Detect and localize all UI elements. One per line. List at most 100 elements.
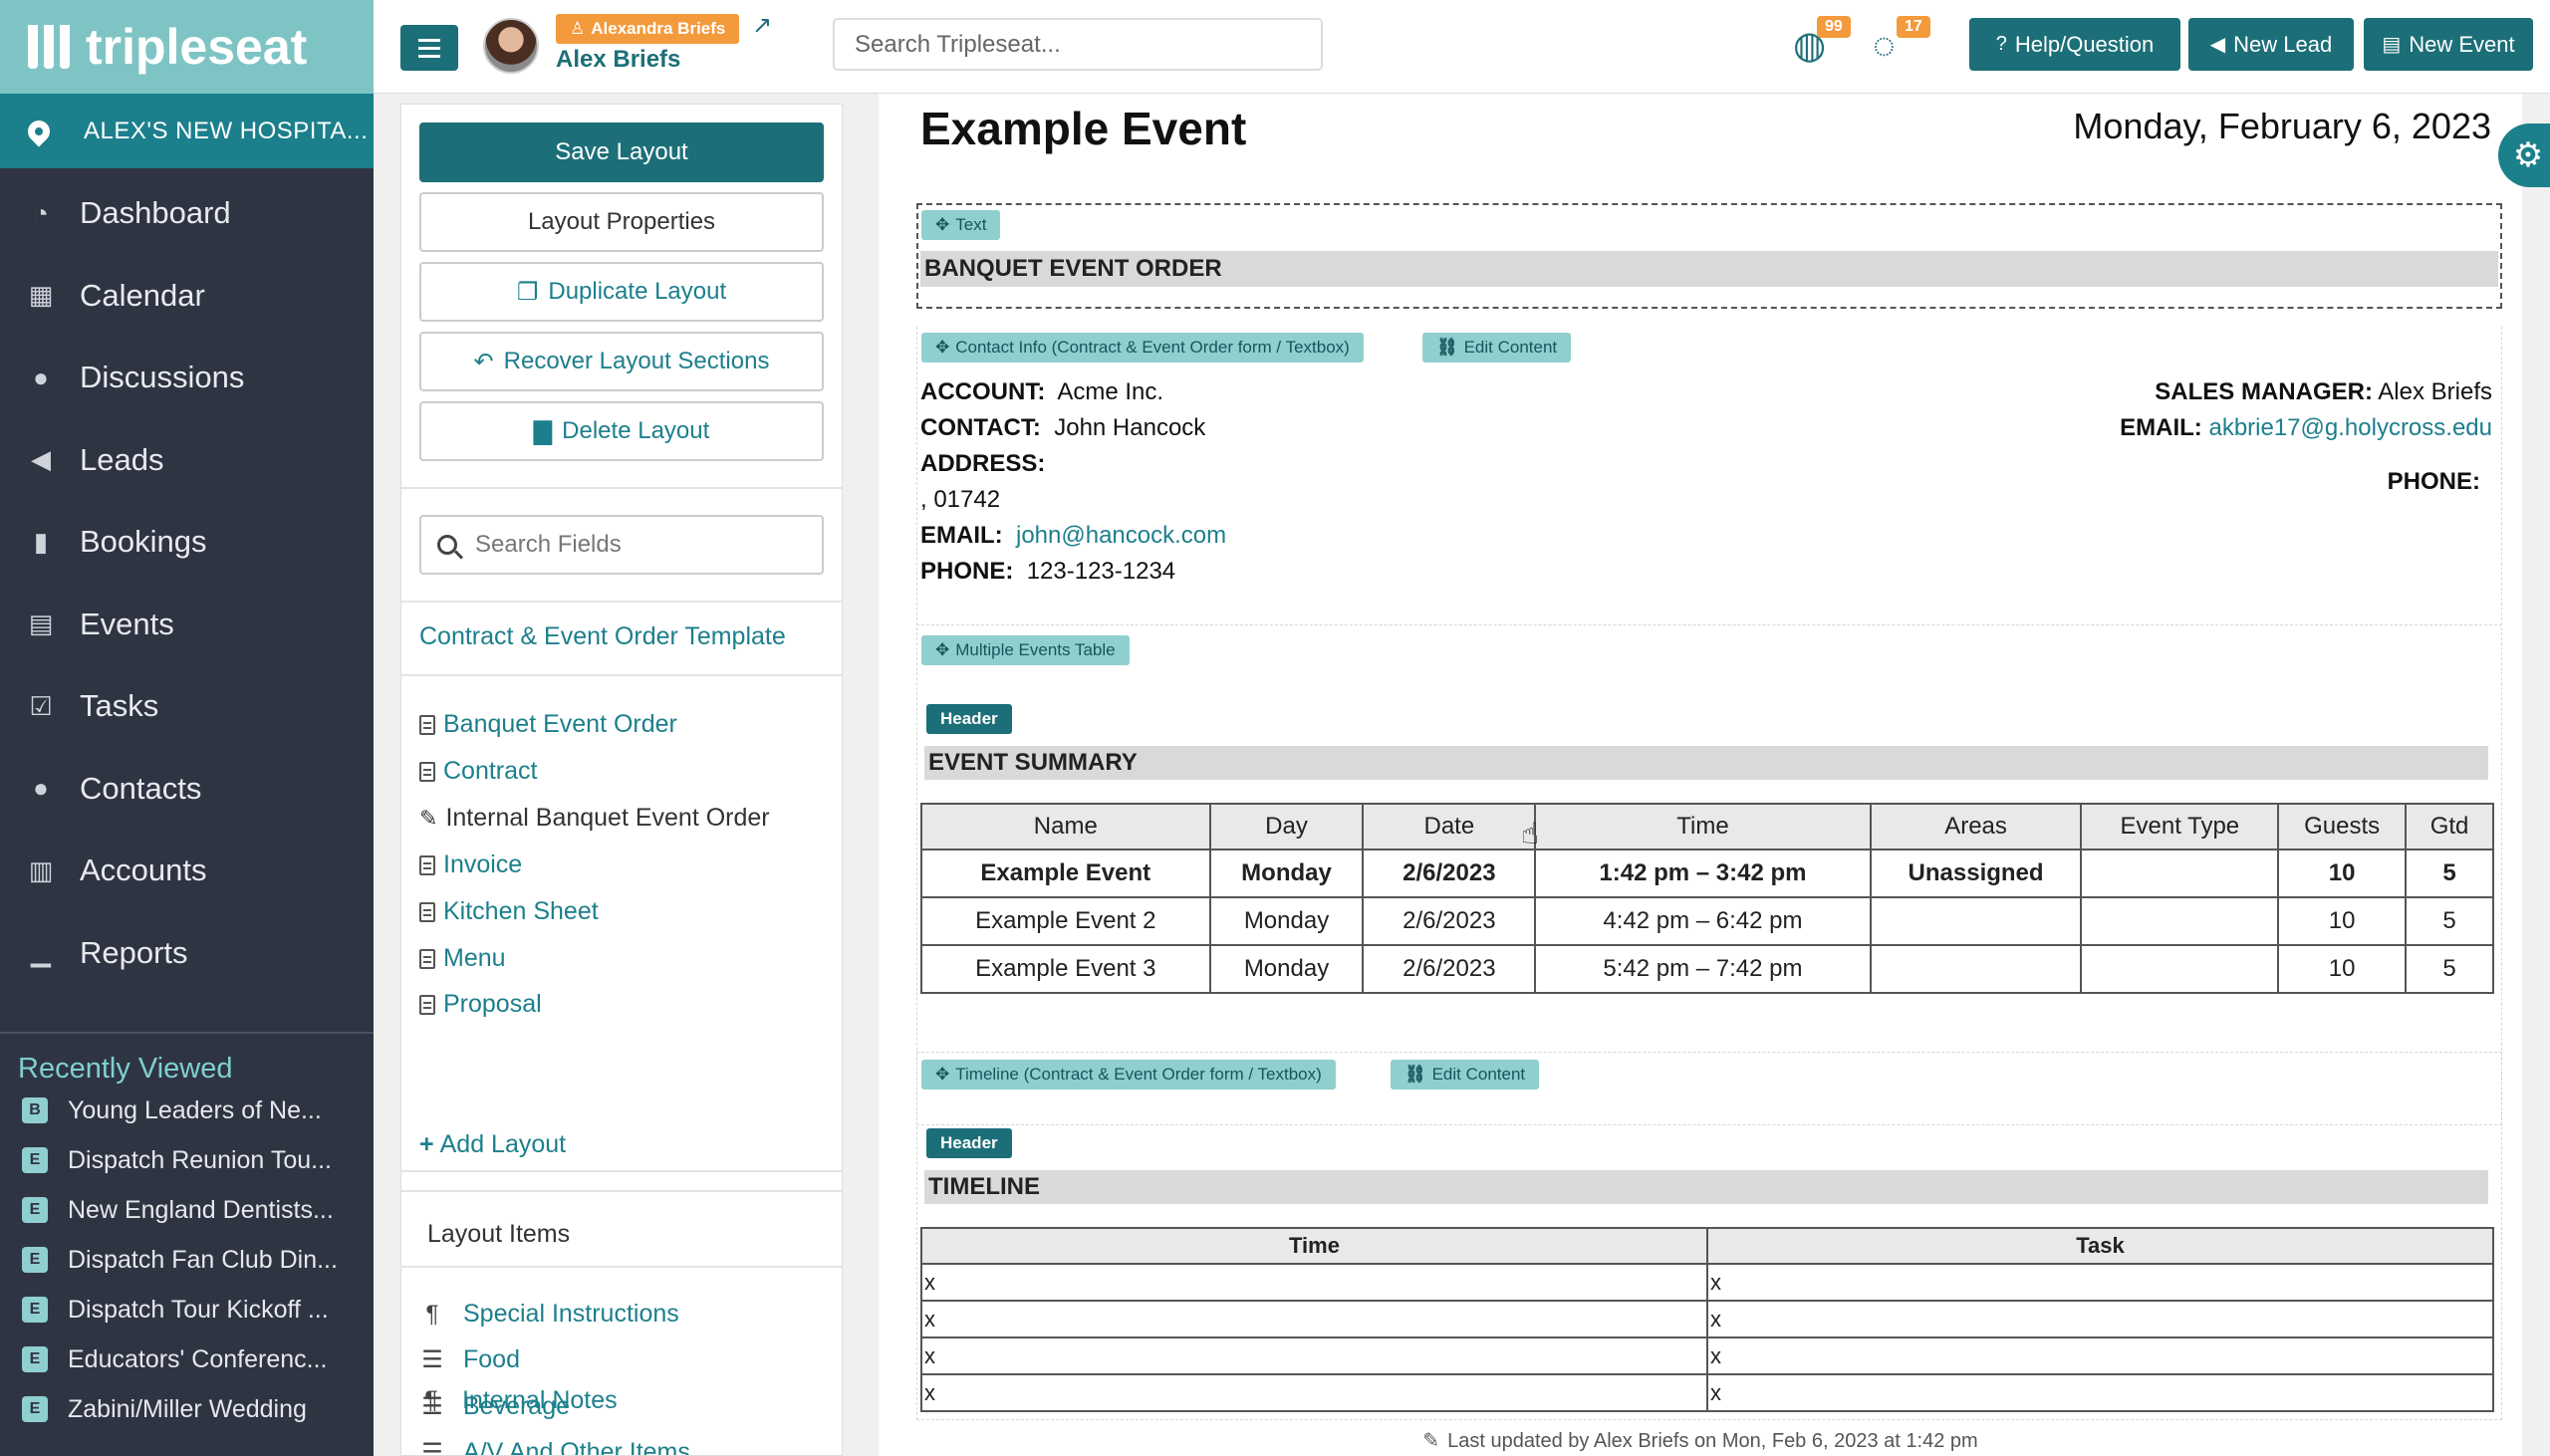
timeline-edit-content-button[interactable]: ⛓ Edit Content — [1391, 1060, 1540, 1090]
move-icon: ✥ — [935, 215, 950, 234]
template-link[interactable]: Contract & Event Order Template — [419, 622, 786, 651]
nav-reports[interactable]: ▁ Reports — [0, 912, 374, 995]
layout-item-internal-notes[interactable]: ¶ Internal Notes — [418, 1386, 618, 1415]
timeline-header-tag[interactable]: Header — [926, 1128, 1012, 1158]
contact-value: John Hancock — [1054, 414, 1206, 441]
table-cell: 10 — [2277, 896, 2408, 946]
layout-link-contract[interactable]: Contract — [419, 757, 537, 786]
add-layout-link[interactable]: + Add Layout — [419, 1130, 566, 1159]
account-label: ACCOUNT: — [920, 378, 1046, 405]
recent-item[interactable]: E Dispatch Fan Club Din... — [0, 1235, 374, 1285]
layout-item-label: Internal Notes — [462, 1386, 618, 1414]
delete-layout-button[interactable]: ▇ Delete Layout — [419, 401, 824, 461]
global-search-input[interactable] — [833, 18, 1323, 71]
avatar[interactable] — [483, 18, 539, 74]
current-user-name[interactable]: Alex Briefs — [556, 46, 680, 74]
globe-count-badge: 99 — [1817, 16, 1851, 38]
column-header: Date — [1362, 803, 1537, 850]
calendar-icon: ▦ — [28, 280, 54, 311]
address-label: ADDRESS: — [920, 450, 1046, 477]
edit-content-label: Edit Content — [1463, 338, 1558, 357]
new-event-button[interactable]: ▤ New Event — [2364, 18, 2533, 71]
recent-item[interactable]: E Dispatch Tour Kickoff ... — [0, 1285, 374, 1335]
nav-tasks[interactable]: ☑ Tasks — [0, 665, 374, 748]
recent-item-label: Dispatch Tour Kickoff ... — [68, 1295, 329, 1324]
timeline-drag-handle[interactable]: ✥ Timeline (Contract & Event Order form /… — [921, 1060, 1336, 1090]
section-tag-label: Timeline (Contract & Event Order form / … — [955, 1065, 1322, 1084]
layout-item-special-instructions[interactable]: ¶ Special Instructions — [419, 1300, 679, 1329]
nav-label: Contacts — [80, 770, 202, 806]
recent-item[interactable]: E Dispatch Reunion Tou... — [0, 1135, 374, 1185]
divider — [401, 1170, 842, 1172]
recover-layout-sections-button[interactable]: ↶ Recover Layout Sections — [419, 332, 824, 391]
table-cell: Monday — [1208, 944, 1365, 994]
nav-contacts[interactable]: ● Contacts — [0, 748, 374, 831]
recent-item-label: Dispatch Reunion Tou... — [68, 1145, 332, 1174]
impersonation-badge[interactable]: ♙ Alexandra Briefs — [556, 14, 740, 44]
text-section-drag-handle[interactable]: ✥ Text — [921, 210, 1001, 240]
layout-editor-panel: Save Layout Layout Properties ❐ Duplicate… — [400, 104, 843, 1456]
table-cell: Monday — [1208, 849, 1365, 898]
table-cell: x — [920, 1336, 1708, 1375]
new-lead-button[interactable]: ◀ New Lead — [2188, 18, 2354, 71]
recent-item[interactable]: B Young Leaders of Ne... — [0, 1086, 374, 1135]
layout-link-internal-banquet-event-order[interactable]: ✎ Internal Banquet Event Order — [419, 804, 770, 833]
external-link-icon[interactable]: ↗ — [752, 14, 776, 38]
table-cell: 1:42 pm – 3:42 pm — [1534, 849, 1872, 898]
nav-leads[interactable]: ◀ Leads — [0, 419, 374, 502]
event-badge: E — [22, 1396, 48, 1422]
list-icon: ▤ — [28, 608, 54, 639]
address-value: , 01742 — [920, 486, 1001, 513]
link-icon: ⛓ — [1436, 338, 1458, 357]
nav-bookings[interactable]: ▮ Bookings — [0, 501, 374, 584]
layout-link-banquet-event-order[interactable]: Banquet Event Order — [419, 710, 677, 739]
event-summary-header-tag[interactable]: Header — [926, 704, 1012, 734]
table-cell — [2080, 944, 2280, 994]
chat-count-badge: 17 — [1897, 16, 1930, 38]
section-tag-label: Multiple Events Table — [955, 640, 1116, 659]
multiple-events-drag-handle[interactable]: ✥ Multiple Events Table — [921, 635, 1130, 665]
save-layout-button[interactable]: Save Layout — [419, 122, 824, 182]
booking-badge: B — [22, 1097, 48, 1123]
contact-email-link[interactable]: john@hancock.com — [1016, 522, 1226, 549]
globe-notifications[interactable]: ◍ 99 — [1793, 16, 1851, 70]
venue-selector[interactable]: ALEX'S NEW HOSPITA... — [0, 94, 374, 168]
nav-dashboard[interactable]: ◔ Dashboard — [0, 172, 374, 255]
nav-label: Tasks — [80, 688, 159, 724]
chat-notifications[interactable]: ◌ 17 — [1873, 16, 1930, 70]
recent-item[interactable]: E Zabini/Miller Wedding — [0, 1384, 374, 1434]
layout-link-menu[interactable]: Menu — [419, 944, 506, 973]
help-question-button[interactable]: ? Help/Question — [1969, 18, 2180, 71]
logo-text: tripleseat — [86, 19, 308, 75]
recent-item-label: Dispatch Fan Club Din... — [68, 1245, 338, 1274]
timeline-table: Time Task xx xx xx xx — [920, 1227, 2494, 1412]
gear-icon: ⚙ — [2512, 136, 2544, 174]
undo-icon: ↶ — [473, 348, 494, 375]
nav-calendar[interactable]: ▦ Calendar — [0, 255, 374, 338]
duplicate-layout-button[interactable]: ❐ Duplicate Layout — [419, 262, 824, 322]
layout-item-av-and-other-items[interactable]: ☰ A/V And Other Items — [419, 1438, 690, 1455]
table-cell — [2080, 849, 2280, 898]
layout-item-food[interactable]: ☰ Food — [419, 1345, 520, 1374]
nav-events[interactable]: ▤ Events — [0, 584, 374, 666]
layout-link-proposal[interactable]: Proposal — [419, 990, 542, 1019]
contact-edit-content-button[interactable]: ⛓ Edit Content — [1422, 333, 1572, 363]
layout-link-invoice[interactable]: Invoice — [419, 850, 522, 879]
event-badge: E — [22, 1247, 48, 1273]
nav-accounts[interactable]: ▥ Accounts — [0, 830, 374, 912]
recent-item[interactable]: E Educators' Conferenc... — [0, 1335, 374, 1384]
search-fields-input[interactable]: Search Fields — [419, 515, 824, 575]
layout-link-kitchen-sheet[interactable]: Kitchen Sheet — [419, 897, 599, 926]
sales-manager-email-link[interactable]: akbrie17@g.holycross.edu — [2208, 414, 2492, 441]
contact-info-drag-handle[interactable]: ✥ Contact Info (Contract & Event Order fo… — [921, 333, 1364, 363]
layout-properties-button[interactable]: Layout Properties — [419, 192, 824, 252]
nav-discussions[interactable]: ● Discussions — [0, 337, 374, 419]
layout-link-label: Contract — [443, 757, 538, 785]
hamburger-menu-button[interactable] — [400, 25, 458, 71]
recent-item[interactable]: E New England Dentists... — [0, 1185, 374, 1235]
megaphone-icon: ◀ — [31, 444, 51, 475]
help-label: Help/Question — [2014, 31, 2155, 57]
nav-label: Accounts — [80, 852, 207, 888]
tripleseat-logo[interactable]: tripleseat — [0, 0, 374, 94]
recent-item-label: Educators' Conferenc... — [68, 1344, 328, 1373]
